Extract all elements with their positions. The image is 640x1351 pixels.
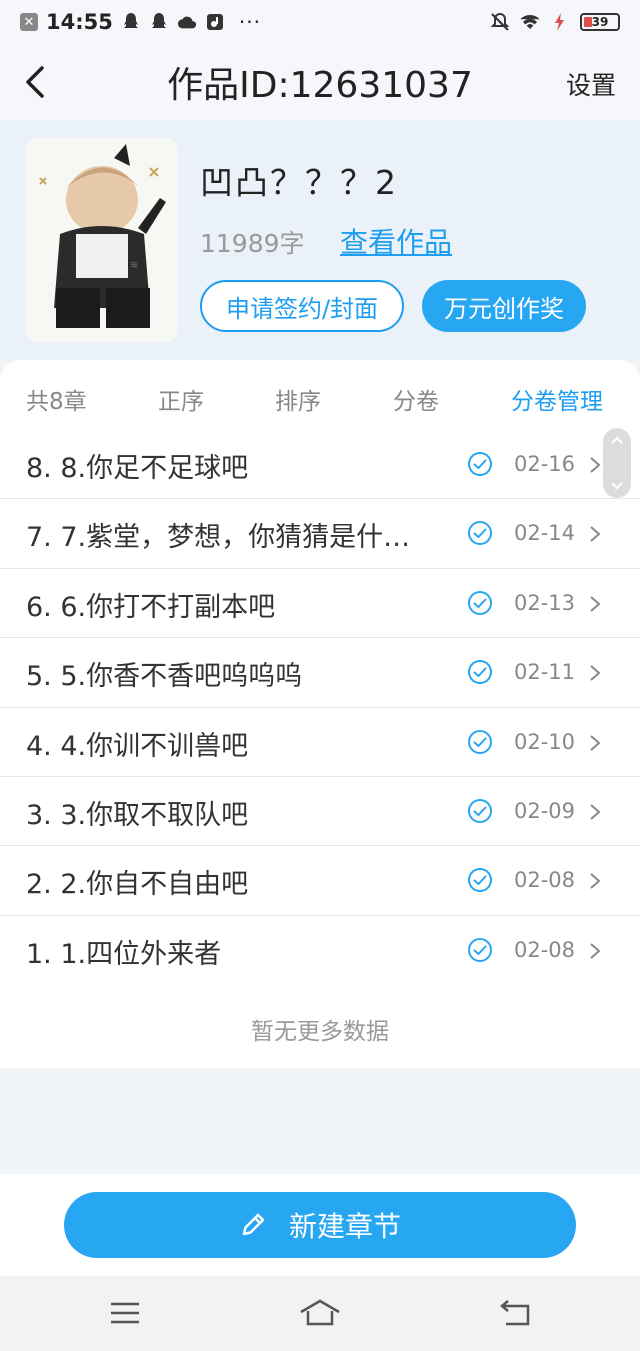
return-icon[interactable] <box>498 1298 532 1328</box>
check-circle-icon <box>468 590 492 615</box>
system-nav-bar <box>0 1276 640 1351</box>
chapter-row[interactable]: 8. 8.你足不足球吧 02-16 <box>0 430 640 500</box>
chapter-row[interactable]: 5. 5.你香不香吧呜呜呜 02-11 <box>0 638 640 708</box>
page-title: 作品ID:12631037 <box>167 65 473 106</box>
chapter-title: 3. 3.你取不取队吧 <box>26 799 249 831</box>
battery-indicator: 39 <box>580 13 620 31</box>
chapter-title: 1. 1.四位外来者 <box>26 938 222 970</box>
new-chapter-button[interactable]: 新建章节 <box>64 1192 576 1258</box>
home-icon[interactable] <box>298 1298 342 1328</box>
apply-sign-cover-button[interactable]: 申请签约/封面 <box>200 280 404 332</box>
chapter-row[interactable]: 3. 3.你取不取队吧 02-09 <box>0 777 640 847</box>
check-circle-icon <box>468 868 492 893</box>
word-count: 11989字 <box>200 229 305 258</box>
chapter-list: 8. 8.你足不足球吧 02-16 7. 7.紫堂，梦想，你猜猜是什… 02-14 6.… <box>0 430 640 985</box>
work-title: 凹凸？？？2 <box>200 163 398 202</box>
new-chapter-label: 新建章节 <box>288 1210 401 1243</box>
chevron-right-icon <box>590 457 601 473</box>
chapter-date: 02-10 <box>514 729 576 754</box>
title-bar: 作品ID:12631037 设置 <box>0 44 640 120</box>
work-info-header: ≋ 凹凸？？？2 11989字 查看作品 申请签约/封面 万元创作奖 <box>0 120 640 360</box>
music-app-icon <box>205 12 225 32</box>
svg-text:≋: ≋ <box>130 260 138 271</box>
check-circle-icon <box>468 452 492 476</box>
chevron-right-icon <box>590 873 601 890</box>
check-circle-icon <box>468 521 492 546</box>
tab-order-asc[interactable]: 正序 <box>158 382 204 416</box>
scrollbar-thumb[interactable] <box>603 428 631 498</box>
chevron-right-icon <box>590 734 601 751</box>
chapter-date: 02-14 <box>514 521 576 546</box>
chapter-date: 02-09 <box>514 798 576 823</box>
chapter-tabs: 共8章 正序 排序 分卷 分卷管理 <box>0 360 640 430</box>
status-time: 14:55 <box>46 10 113 34</box>
chapter-row[interactable]: 4. 4.你训不训兽吧 02-10 <box>0 708 640 777</box>
tab-sort[interactable]: 排序 <box>275 382 321 416</box>
chapter-title: 4. 4.你训不训兽吧 <box>26 730 249 762</box>
chapter-title: 2. 2.你自不自由吧 <box>26 869 249 901</box>
tab-volume-management[interactable]: 分卷管理 <box>511 382 603 416</box>
chapter-row[interactable]: 6. 6.你打不打副本吧 02-13 <box>0 569 640 639</box>
chapter-date: 02-08 <box>514 937 576 962</box>
chapter-date: 02-08 <box>514 868 576 893</box>
tab-volume[interactable]: 分卷 <box>393 382 439 416</box>
check-circle-icon <box>468 660 492 685</box>
chevron-up-icon <box>611 436 623 444</box>
close-notification-icon: ✕ <box>20 13 38 31</box>
chevron-right-icon <box>590 804 601 820</box>
tab-chapter-count: 共8章 <box>26 389 87 415</box>
chapter-title: 5. 5.你香不香吧呜呜呜 <box>26 661 303 693</box>
check-circle-icon <box>468 937 492 962</box>
pencil-icon <box>242 1213 265 1236</box>
chevron-right-icon <box>590 596 601 612</box>
mute-bell-icon <box>490 12 510 32</box>
qq-icon <box>149 12 169 32</box>
charging-icon <box>550 12 570 32</box>
chevron-right-icon <box>590 942 601 959</box>
work-cover-image[interactable]: ≋ <box>26 138 178 342</box>
chapter-date: 02-13 <box>514 590 576 615</box>
chapter-title: 8. 8.你足不足球吧 <box>26 453 249 484</box>
chapter-date: 02-16 <box>514 452 576 476</box>
qq-icon <box>121 12 141 32</box>
menu-icon[interactable] <box>108 1298 142 1328</box>
check-circle-icon <box>468 729 492 754</box>
chapter-date: 02-11 <box>514 660 576 685</box>
bottom-action-bar: 新建章节 <box>0 1174 640 1276</box>
view-work-link[interactable]: 查看作品 <box>340 221 452 261</box>
creation-prize-button[interactable]: 万元创作奖 <box>422 280 586 332</box>
chapter-row[interactable]: 7. 7.紫堂，梦想，你猜猜是什… 02-14 <box>0 499 640 569</box>
cloud-icon <box>177 12 197 32</box>
chevron-right-icon <box>590 526 601 543</box>
chevron-right-icon <box>590 665 601 681</box>
chevron-down-icon <box>611 482 623 490</box>
check-circle-icon <box>468 798 492 823</box>
wifi-icon <box>520 12 540 32</box>
no-more-data: 暂无更多数据 <box>251 1019 389 1045</box>
chapter-row[interactable]: 1. 1.四位外来者 02-08 <box>0 916 640 985</box>
chapter-panel: 共8章 正序 排序 分卷 分卷管理 8. 8.你足不足球吧 02-16 7. 7.紫… <box>0 360 640 1068</box>
more-notifications-icon: ··· <box>238 10 261 34</box>
settings-button[interactable]: 设置 <box>566 66 616 102</box>
chapter-title: 6. 6.你打不打副本吧 <box>26 591 276 623</box>
chapter-title: 7. 7.紫堂，梦想，你猜猜是什… <box>26 522 411 554</box>
chapter-row[interactable]: 2. 2.你自不自由吧 02-08 <box>0 846 640 916</box>
status-bar: ✕ 14:55 ··· 39 <box>0 0 640 44</box>
